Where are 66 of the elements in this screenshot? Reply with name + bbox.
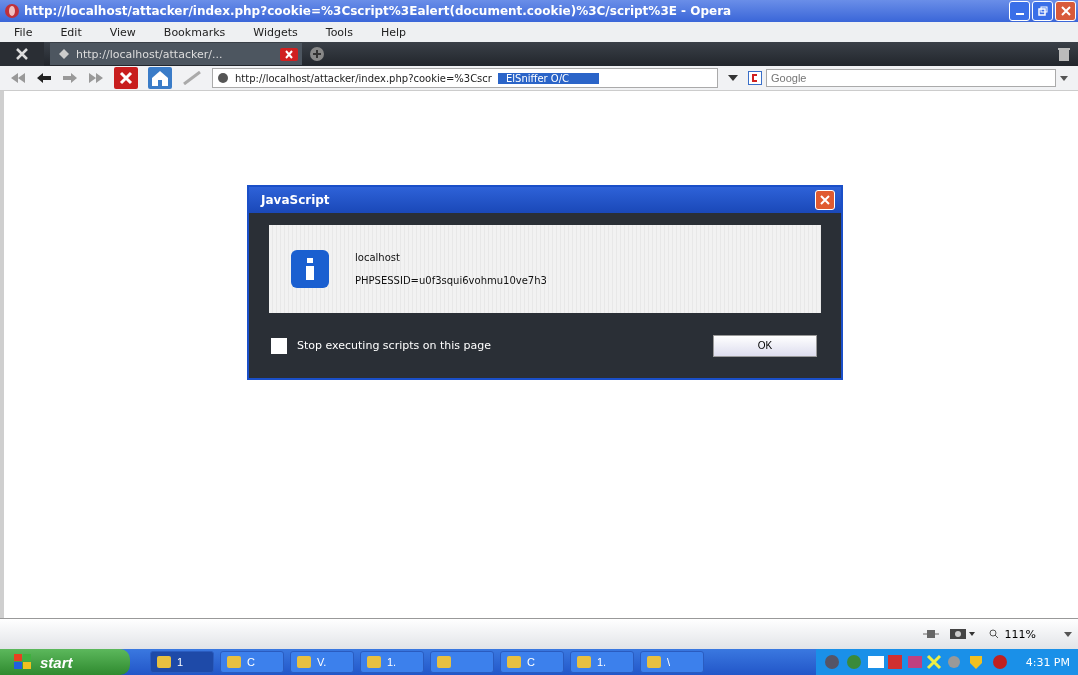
- close-button[interactable]: [815, 190, 835, 210]
- taskbar-button[interactable]: \: [640, 651, 704, 673]
- menu-item[interactable]: Tools: [311, 25, 367, 39]
- message-heading: localhost: [355, 252, 401, 263]
- checkbox-label: Stop executing scripts on this page: [297, 339, 491, 352]
- close-tab-icon[interactable]: [280, 47, 298, 61]
- tools-icon: [14, 46, 30, 62]
- window-title: http://localhost/attacker/index.php?cookie=%3Cscript%3Ealert(document.cookie)%3C/script%3E - Opera: [24, 4, 733, 18]
- folder-icon: [647, 656, 661, 668]
- zoom-level: 111%: [1004, 627, 1036, 641]
- browser-logo-icon: [4, 3, 20, 19]
- info-icon: [291, 250, 329, 288]
- minimize-icon: [1015, 13, 1024, 15]
- tools-button[interactable]: [0, 42, 44, 66]
- taskbar-button[interactable]: 1.: [570, 651, 634, 673]
- search-icon: [988, 629, 999, 639]
- menu-item[interactable]: Edit: [46, 25, 96, 39]
- folder-icon: [437, 656, 451, 668]
- address-field[interactable]: http://localhost/attacker/index.php?cookie=%3Cscr ElSniffer O/C: [212, 68, 718, 88]
- menu-item[interactable]: Help: [366, 25, 420, 39]
- close-icon: [820, 195, 830, 205]
- speed-dial-icon[interactable]: [922, 628, 939, 640]
- close-button[interactable]: [1055, 1, 1076, 21]
- restore-icon: [1037, 6, 1048, 16]
- ok-button[interactable]: OK: [713, 334, 817, 357]
- site-icon: [217, 72, 229, 84]
- dropdown-icon[interactable]: [1064, 631, 1072, 637]
- taskbar-button[interactable]: 1: [150, 651, 214, 673]
- message-text: PHPSESSID=u0f3squi6vohmu10ve7h3: [355, 275, 547, 286]
- restore-button[interactable]: [1032, 1, 1053, 21]
- clock: 4:31 PM: [1025, 655, 1070, 669]
- taskbar-button[interactable]: C: [220, 651, 284, 673]
- stop-icon[interactable]: [114, 67, 138, 89]
- checkbox[interactable]: [271, 337, 287, 354]
- search-engine-icon[interactable]: [748, 71, 762, 85]
- home-icon[interactable]: [148, 67, 172, 89]
- search-field[interactable]: Google: [766, 69, 1056, 87]
- trash-icon[interactable]: [1058, 47, 1070, 61]
- tab[interactable]: http://localhost/attacker/...: [50, 43, 302, 65]
- page-icon: [58, 48, 70, 60]
- rewind-icon[interactable]: [10, 72, 26, 84]
- menu-item[interactable]: File: [0, 25, 47, 39]
- taskbar-button[interactable]: 1.: [360, 651, 424, 673]
- folder-icon: [227, 656, 241, 668]
- fast-forward-icon[interactable]: [88, 72, 104, 84]
- minimize-button[interactable]: [1009, 1, 1030, 21]
- taskbar-button[interactable]: C: [500, 651, 564, 673]
- folder-icon: [577, 656, 591, 668]
- dropdown-icon[interactable]: [1060, 75, 1068, 81]
- dialog-title: JavaScript: [261, 193, 330, 207]
- menu-item[interactable]: View: [95, 25, 150, 39]
- new-tab-icon[interactable]: [308, 45, 326, 63]
- folder-icon: [367, 656, 381, 668]
- folder-icon: [297, 656, 311, 668]
- forward-icon[interactable]: [62, 72, 78, 84]
- folder-icon: [507, 656, 521, 668]
- taskbar-button[interactable]: V.: [290, 651, 354, 673]
- camera-icon[interactable]: [948, 628, 975, 640]
- dropdown-icon[interactable]: [728, 75, 738, 81]
- close-icon: [1060, 6, 1071, 16]
- taskbar-button[interactable]: [430, 651, 494, 673]
- menu-item[interactable]: Bookmarks: [149, 25, 240, 39]
- windows-logo-icon: [14, 654, 32, 670]
- folder-icon: [157, 656, 171, 668]
- back-icon[interactable]: [36, 72, 52, 84]
- menu-item[interactable]: Widgets: [239, 25, 312, 39]
